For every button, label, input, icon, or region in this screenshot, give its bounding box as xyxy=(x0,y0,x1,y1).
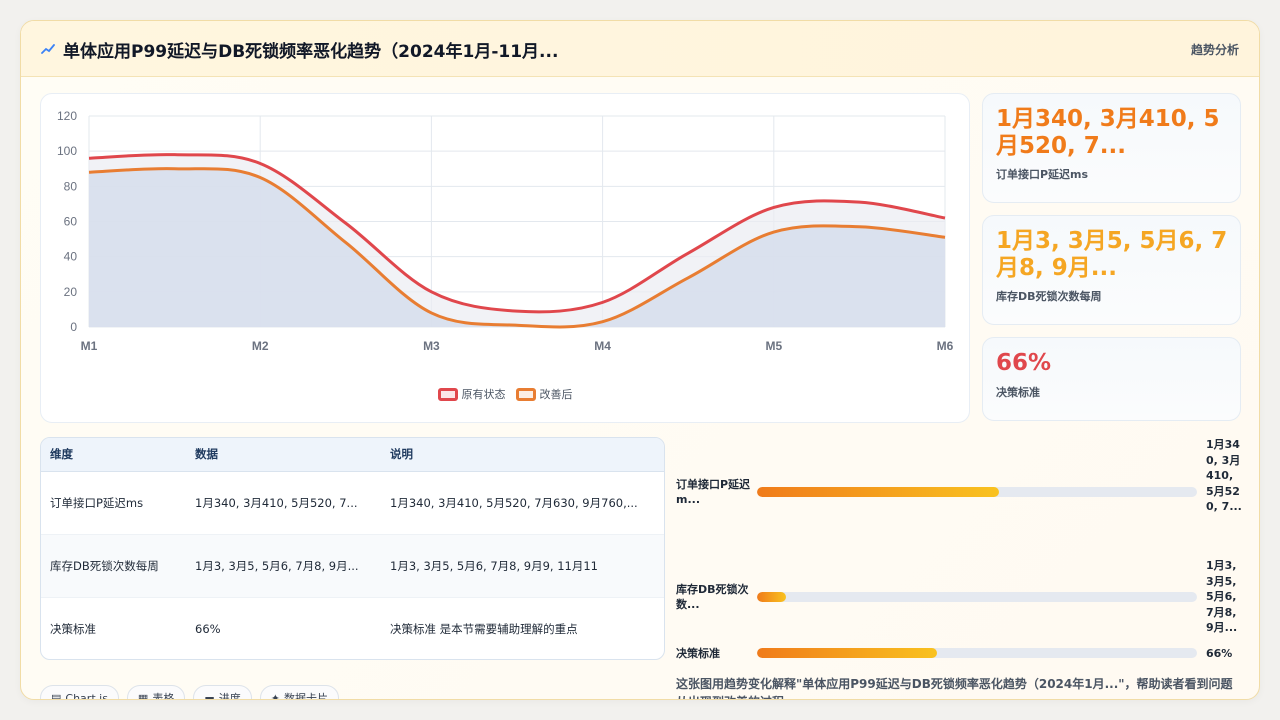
legend-swatch xyxy=(515,387,536,401)
legend-swatch xyxy=(437,387,458,401)
progress-fill xyxy=(757,487,999,497)
x-tick-label: M2 xyxy=(252,339,269,353)
progress-value: 1月3, 3月5, 5月6, 7月8, 9月... xyxy=(1206,559,1238,634)
table-cell: 决策标准 xyxy=(41,597,186,659)
table-cell: 1月3, 3月5, 5月6, 7月8, 9月... xyxy=(186,534,381,598)
chart-legend: 原有状态 改善后 xyxy=(41,384,969,404)
progress-label: 订单接口P延迟m... xyxy=(676,478,751,506)
progress-icon: ▬ xyxy=(204,691,215,700)
tab-progress[interactable]: ▬ 进度 xyxy=(193,685,252,700)
kpi-card-latency: 1月340, 3月410, 5月520, 7... 订单接口P延迟ms xyxy=(982,93,1241,203)
progress-label: 库存DB死锁次数... xyxy=(676,583,749,611)
table-cell: 库存DB死锁次数每周 xyxy=(41,534,186,598)
progress-track xyxy=(757,648,1197,658)
legend-item-original[interactable]: 原有状态 xyxy=(437,384,506,404)
y-tick-label: 100 xyxy=(57,144,77,158)
progress-fill xyxy=(757,648,938,658)
trend-icon xyxy=(41,44,55,54)
legend-item-improved[interactable]: 改善后 xyxy=(515,384,573,404)
card-header: 单体应用P99延迟与DB死锁频率恶化趋势（2024年1月-11月... 趋势分析 xyxy=(21,21,1259,77)
table-cell: 决策标准 是本节需要辅助理解的重点 xyxy=(381,597,664,659)
x-tick-label: M5 xyxy=(765,339,782,353)
tab-data-cards[interactable]: ✦ 数据卡片 xyxy=(259,685,339,700)
view-tabs: ▤ Chart.js ▦ 表格 ▬ 进度 ✦ 数据卡片 xyxy=(40,685,339,700)
y-tick-label: 40 xyxy=(64,250,78,264)
y-tick-label: 80 xyxy=(64,179,78,193)
kpi-card-deadlock: 1月3, 3月5, 5月6, 7月8, 9月... 库存DB死锁次数每周 xyxy=(982,215,1241,325)
table-cell: 1月340, 3月410, 5月520, 7... xyxy=(186,471,381,535)
y-tick-label: 60 xyxy=(64,215,78,229)
page-title: 单体应用P99延迟与DB死锁频率恶化趋势（2024年1月-11月... xyxy=(63,42,559,62)
table-header-row: 维度 数据 说明 xyxy=(41,438,664,472)
tab-label: Chart.js xyxy=(65,691,108,700)
tab-table[interactable]: ▦ 表格 xyxy=(126,685,186,700)
progress-track xyxy=(757,592,1197,602)
y-tick-label: 0 xyxy=(70,320,77,334)
kpi-label: 决策标准 xyxy=(996,386,1040,399)
trend-chart: 0 20 40 60 80 100 120 M1 M2 M3 M4 M5 M6 xyxy=(57,109,954,353)
kpi-value: 66% xyxy=(996,350,1052,376)
table-row: 库存DB死锁次数每周 1月3, 3月5, 5月6, 7月8, 9月... 1月3… xyxy=(41,534,664,598)
kpi-value: 1月340, 3月410, 5月520, 7... xyxy=(996,106,1220,159)
kpi-label: 订单接口P延迟ms xyxy=(996,168,1089,181)
table-cell: 订单接口P延迟ms xyxy=(41,471,186,535)
y-tick-label: 20 xyxy=(64,285,78,299)
progress-label: 决策标准 xyxy=(676,647,720,660)
progress-list: 订单接口P延迟m... 1月340, 3月410, 5月520, 7... 库存… xyxy=(676,437,1242,667)
progress-value: 1月340, 3月410, 5月520, 7... xyxy=(1206,438,1242,513)
kpi-label: 库存DB死锁次数每周 xyxy=(996,290,1102,303)
tab-label: 进度 xyxy=(218,692,241,700)
progress-value: 66% xyxy=(1206,647,1233,660)
column-header: 说明 xyxy=(381,438,664,472)
y-tick-label: 120 xyxy=(57,109,77,123)
table-row: 决策标准 66% 决策标准 是本节需要辅助理解的重点 xyxy=(41,597,664,659)
x-tick-label: M4 xyxy=(594,339,611,353)
series-area-1 xyxy=(89,168,945,328)
progress-fill xyxy=(757,592,786,602)
tab-chartjs[interactable]: ▤ Chart.js xyxy=(40,685,119,700)
column-header: 数据 xyxy=(186,438,381,472)
table-cell: 66% xyxy=(186,597,381,659)
table-cell: 1月340, 3月410, 5月520, 7月630, 9月760,... xyxy=(381,471,664,535)
column-header: 维度 xyxy=(41,438,186,472)
progress-track xyxy=(757,487,1197,497)
chart-panel: 0 20 40 60 80 100 120 M1 M2 M3 M4 M5 M6 原有状态 改善后 xyxy=(40,93,970,423)
category-tag: 趋势分析 xyxy=(1190,43,1239,57)
sparkle-icon: ✦ xyxy=(270,691,280,700)
legend-label: 改善后 xyxy=(539,388,573,401)
table-icon: ▦ xyxy=(137,691,149,700)
table-cell: 1月3, 3月5, 5月6, 7月8, 9月9, 11月11 xyxy=(381,534,664,598)
table-row: 订单接口P延迟ms 1月340, 3月410, 5月520, 7... 1月34… xyxy=(41,471,664,535)
kpi-card-decision: 66% 决策标准 xyxy=(982,337,1241,421)
trend-card: 单体应用P99延迟与DB死锁频率恶化趋势（2024年1月-11月... 趋势分析… xyxy=(20,20,1260,700)
tab-label: 表格 xyxy=(152,692,175,700)
chart-icon: ▤ xyxy=(51,691,62,700)
summary-text: 这张图用趋势变化解释"单体应用P99延迟与DB死锁频率恶化趋势（2024年1月.… xyxy=(676,677,1233,699)
tab-label: 数据卡片 xyxy=(283,692,328,700)
x-tick-label: M1 xyxy=(81,339,98,353)
x-tick-label: M6 xyxy=(937,339,954,353)
x-tick-label: M3 xyxy=(423,339,440,353)
kpi-value: 1月3, 3月5, 5月6, 7月8, 9月... xyxy=(996,228,1228,281)
data-table: 维度 数据 说明 订单接口P延迟ms 1月340, 3月410, 5月520, … xyxy=(40,437,665,660)
legend-label: 原有状态 xyxy=(461,388,506,401)
